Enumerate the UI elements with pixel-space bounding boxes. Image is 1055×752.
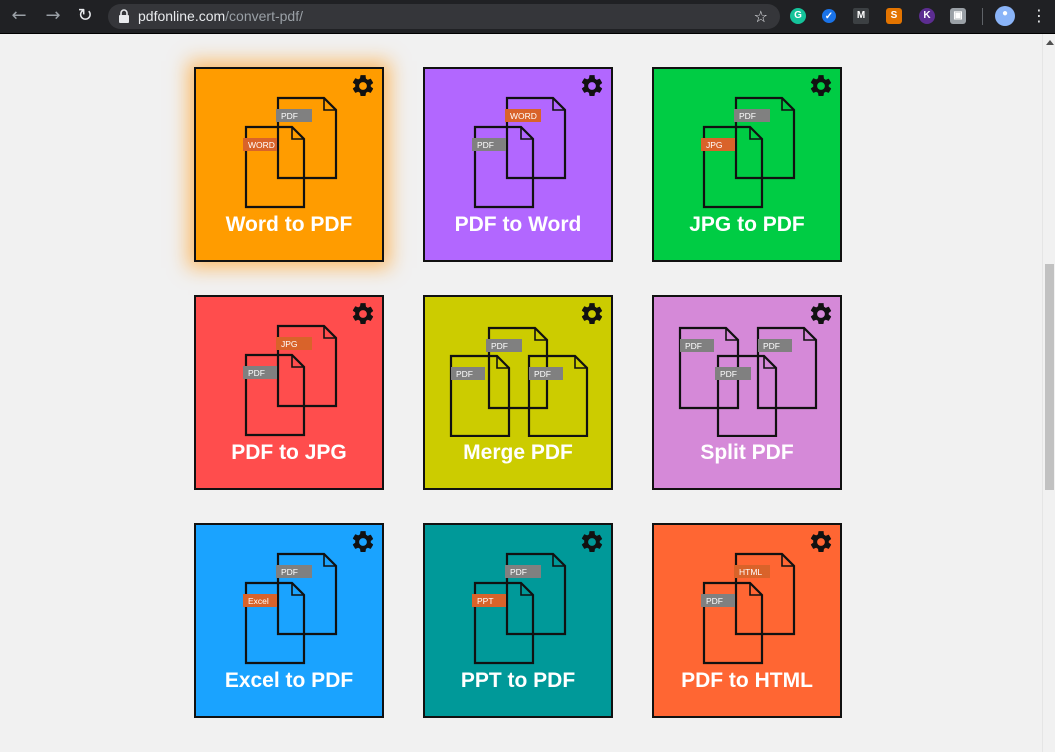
file-tag-label: WORD <box>248 140 275 150</box>
browser-toolbar: ← → ↻ pdfonline.com/convert-pdf/ ☆ G ✓ M… <box>0 0 1055 34</box>
box-extension-icon[interactable]: ▣ <box>950 8 966 24</box>
m-extension-icon[interactable]: M <box>853 8 869 24</box>
tile-ppt-to-pdf[interactable]: PDF PPT PPT to PDF <box>423 523 613 718</box>
convert-documents-icon: PDF WORD <box>243 96 338 209</box>
file-tag-label: PDF <box>248 368 265 378</box>
tile-label: JPG to PDF <box>689 213 805 236</box>
tile-label: PDF to Word <box>454 213 582 236</box>
file-tag-label: PDF <box>534 369 551 379</box>
merge-documents-icon: PDF PDF PDF <box>449 326 589 437</box>
tile-excel-to-pdf[interactable]: PDF Excel Excel to PDF <box>194 523 384 718</box>
tile-label: PDF to HTML <box>681 669 813 692</box>
url-text: pdfonline.com/convert-pdf/ <box>138 8 303 24</box>
file-tag-label: Excel <box>248 596 269 606</box>
menu-kebab-icon[interactable]: ⋮ <box>1031 6 1047 26</box>
settings-gear-icon[interactable] <box>579 529 605 555</box>
file-tag-label: PDF <box>720 369 737 379</box>
file-tag-label: PDF <box>477 140 494 150</box>
reload-icon[interactable]: ↻ <box>74 5 96 27</box>
file-tag-label: JPG <box>706 140 723 150</box>
tile-pdf-to-html[interactable]: HTML PDF PDF to HTML <box>652 523 842 718</box>
file-tag-label: PDF <box>510 567 527 577</box>
convert-documents-icon: PDF PPT <box>472 552 567 665</box>
convert-documents-icon: WORD PDF <box>472 96 567 209</box>
bookmark-star-icon[interactable]: ☆ <box>754 7 768 26</box>
settings-gear-icon[interactable] <box>808 73 834 99</box>
tile-pdf-to-jpg[interactable]: JPG PDF PDF to JPG <box>194 295 384 490</box>
tile-label: PDF to JPG <box>231 441 347 464</box>
file-tag-label: WORD <box>510 111 537 121</box>
file-tag-label: PPT <box>477 596 494 606</box>
convert-documents-icon: JPG PDF <box>243 324 338 437</box>
file-tag-label: JPG <box>281 339 298 349</box>
file-tag-label: PDF <box>491 341 508 351</box>
settings-gear-icon[interactable] <box>808 529 834 555</box>
split-documents-icon: PDF PDF PDF <box>678 326 818 437</box>
convert-documents-icon: PDF JPG <box>701 96 796 209</box>
file-tag-label: PDF <box>456 369 473 379</box>
tile-split-pdf[interactable]: PDF PDF PDF Split PDF <box>652 295 842 490</box>
tile-label: Split PDF <box>700 441 794 464</box>
tile-pdf-to-word[interactable]: WORD PDF PDF to Word <box>423 67 613 262</box>
tile-merge-pdf[interactable]: PDF PDF PDF Merge PDF <box>423 295 613 490</box>
address-bar[interactable]: pdfonline.com/convert-pdf/ ☆ <box>108 4 780 29</box>
settings-gear-icon[interactable] <box>350 73 376 99</box>
check-extension-icon[interactable]: ✓ <box>822 9 836 23</box>
profile-avatar[interactable]: ● <box>995 6 1015 26</box>
k-extension-icon[interactable]: K <box>919 8 935 24</box>
tile-jpg-to-pdf[interactable]: PDF JPG JPG to PDF <box>652 67 842 262</box>
tile-label: Merge PDF <box>463 441 573 464</box>
scroll-up-arrow-icon[interactable] <box>1046 40 1054 45</box>
tile-label: Word to PDF <box>225 213 353 236</box>
scroll-thumb[interactable] <box>1045 264 1054 490</box>
lock-icon <box>119 9 129 23</box>
file-tag-label: HTML <box>739 567 762 577</box>
tile-label: Excel to PDF <box>224 669 354 692</box>
back-arrow-icon[interactable]: ← <box>8 5 30 27</box>
settings-gear-icon[interactable] <box>350 301 376 327</box>
seo-extension-icon[interactable]: S <box>886 8 902 24</box>
toolbar-divider <box>982 8 983 25</box>
file-tag-label: PDF <box>706 596 723 606</box>
file-tag-label: PDF <box>281 567 298 577</box>
file-tag-label: PDF <box>281 111 298 121</box>
url-path: /convert-pdf/ <box>225 8 303 24</box>
file-tag-label: PDF <box>763 341 780 351</box>
grammarly-extension-icon[interactable]: G <box>790 8 806 24</box>
convert-documents-icon: HTML PDF <box>701 552 796 665</box>
convert-documents-icon: PDF Excel <box>243 552 338 665</box>
url-host: pdfonline.com <box>138 8 226 24</box>
tile-word-to-pdf[interactable]: PDF WORD Word to PDF <box>194 67 384 262</box>
forward-arrow-icon[interactable]: → <box>42 5 64 27</box>
settings-gear-icon[interactable] <box>350 529 376 555</box>
file-tag-label: PDF <box>685 341 702 351</box>
page-scrollbar[interactable] <box>1042 34 1055 752</box>
settings-gear-icon[interactable] <box>579 73 605 99</box>
tile-label: PPT to PDF <box>460 669 576 692</box>
file-tag-label: PDF <box>739 111 756 121</box>
